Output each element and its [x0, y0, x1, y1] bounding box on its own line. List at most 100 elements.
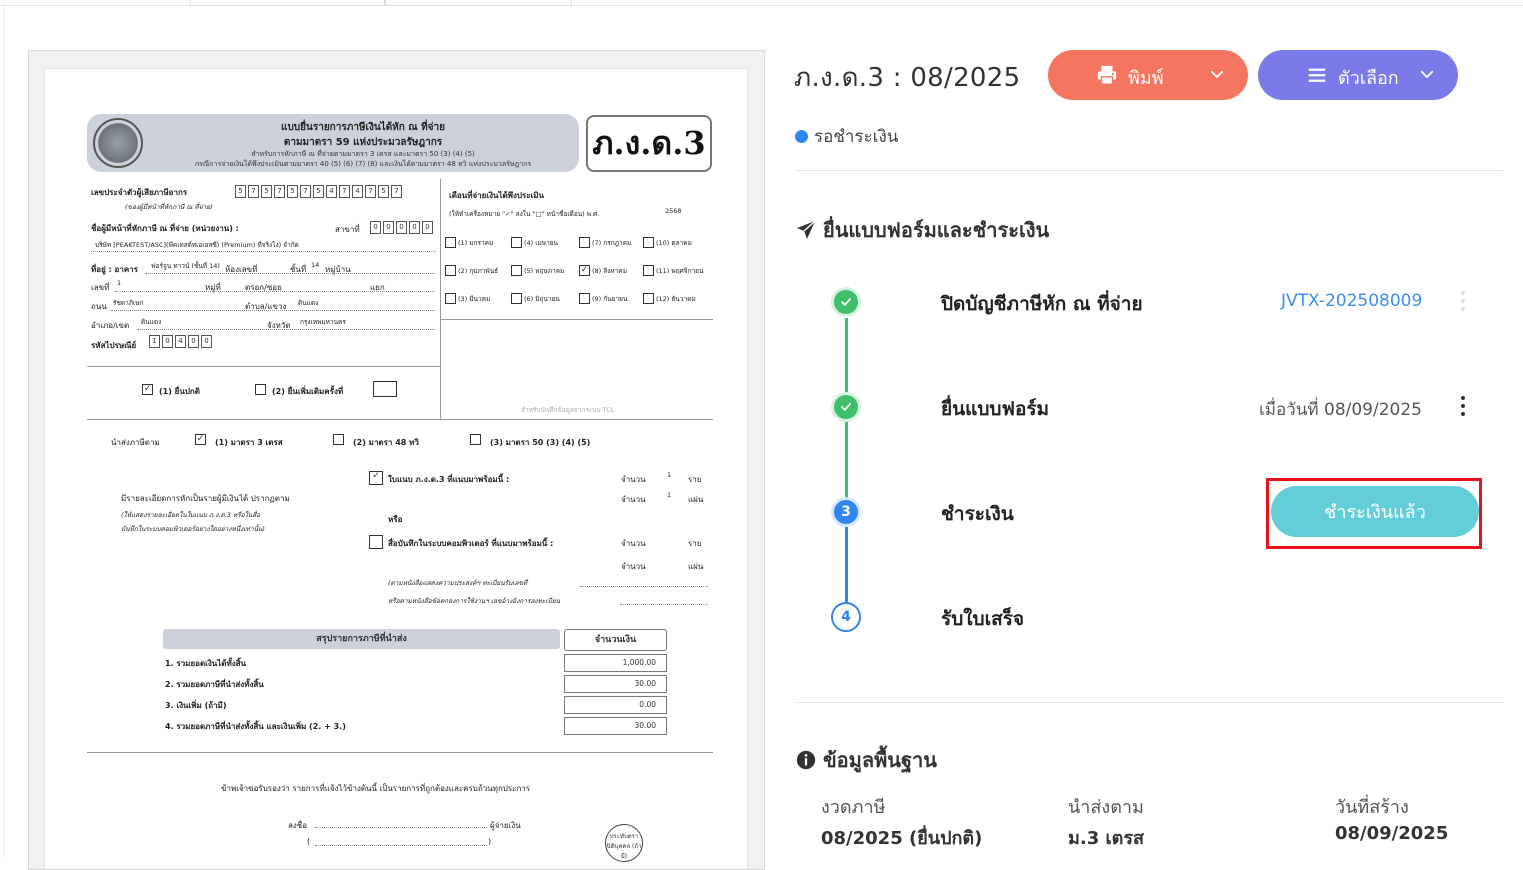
- form-sheet: แบบยื่นรายการภาษีเงินได้หัก ณ ที่จ่าย ตา…: [45, 69, 747, 869]
- month-label: (7) กรกฎาคม: [592, 239, 632, 247]
- attach-checkbox[interactable]: ✓: [369, 471, 383, 485]
- digit-box: 7: [274, 185, 285, 198]
- count-label: จำนวน: [621, 539, 646, 548]
- month-label: (3) มีนาคม: [458, 295, 491, 303]
- digit-box: 7: [300, 185, 311, 198]
- summary-title: สรุปรายการภาษีที่นำส่ง: [163, 629, 560, 649]
- submission-title-text: ยื่นแบบฟอร์มและชำระเงิน: [823, 218, 1050, 242]
- digit-box: 5: [235, 185, 246, 198]
- month-checkbox[interactable]: [445, 265, 456, 276]
- divider: [795, 170, 1503, 171]
- form-header: แบบยื่นรายการภาษีเงินได้หัก ณ ที่จ่าย ตา…: [87, 114, 579, 172]
- tax-period-label: งวดภาษี: [821, 797, 886, 818]
- step-1-journal-link[interactable]: JVTX-202508009: [1281, 291, 1422, 311]
- step-3-label: ชำระเงิน: [941, 503, 1014, 525]
- step-1-more-icon[interactable]: [1460, 291, 1466, 311]
- digit-box: 4: [175, 335, 186, 348]
- step-2-date: เมื่อวันที่ 08/09/2025: [1259, 400, 1422, 420]
- province-label: จังหวัด: [267, 321, 291, 330]
- unit-person: ราย: [688, 475, 702, 484]
- form-title-line1: แบบยื่นรายการภาษีเงินได้หัก ณ ที่จ่าย: [281, 122, 445, 133]
- media-note-2: หรือตามหนังสือข้อตกลงการใช้งานฯ เลขอ้างอ…: [388, 597, 560, 605]
- branch-boxes: 00000: [370, 221, 435, 234]
- sign-paren: ): [488, 837, 492, 846]
- tax-id-boxes: 5757575474757: [235, 185, 404, 198]
- filing-extra-checkbox[interactable]: [255, 384, 266, 395]
- summary-row-amount: 0.00: [564, 696, 667, 714]
- month-checkbox[interactable]: [511, 237, 522, 248]
- no-value: 1: [117, 279, 122, 287]
- status-text: รอชำระเงิน: [814, 127, 899, 147]
- media-note-1: (ตามหนังสือแสดงความประสงค์ฯ ทะเบียนรับเล…: [388, 579, 528, 587]
- form-code-badge: ภ.ง.ด.3: [586, 115, 712, 172]
- step-3-number: 3: [831, 497, 861, 527]
- attach-persons: 1: [667, 471, 672, 479]
- chevron-down-icon: [1420, 70, 1434, 78]
- month-checkbox[interactable]: [579, 237, 590, 248]
- building-value: ฟอร์จูน ทาวน์ (ชั้นที่ 14): [151, 262, 220, 270]
- left-edge: [0, 6, 5, 857]
- month-checkbox[interactable]: [579, 293, 590, 304]
- month-hint: (ให้ทำเครื่องหมาย "✓" ลงใน "□" หน้าชื่อเ…: [449, 210, 600, 218]
- detail-text-1: มีรายละเอียดการหักเป็นรายผู้มีเงินได้ ปร…: [121, 494, 290, 503]
- dotted-line: [115, 291, 435, 292]
- company-stamp: ประทับตรานิติบุคคล (ถ้ามี): [605, 824, 643, 862]
- detail-text-2: (ให้แสดงรายละเอียดในใบแนบ ภ.ง.ด.3 หรือใน…: [121, 511, 261, 519]
- top-tab-segment[interactable]: [190, 0, 385, 6]
- print-button[interactable]: พิมพ์: [1048, 50, 1248, 100]
- summary-row-amount: 30.00: [564, 717, 667, 735]
- menu-icon: [1308, 68, 1326, 82]
- official-note: สำหรับบันทึกข้อมูลจากระบบ TCL: [521, 406, 615, 414]
- top-tab-segment[interactable]: [385, 0, 572, 6]
- form-divider: [440, 179, 441, 419]
- media-checkbox[interactable]: [369, 535, 383, 549]
- filing-extra-no-box[interactable]: [373, 381, 397, 397]
- filing-normal-checkbox[interactable]: ✓: [142, 384, 153, 395]
- printer-icon: [1097, 65, 1117, 85]
- month-checkbox[interactable]: [511, 265, 522, 276]
- paper-plane-icon: [796, 220, 816, 240]
- sign-label: ลงชื่อ: [288, 821, 308, 830]
- digit-box: 5: [378, 185, 389, 198]
- month-checkbox[interactable]: [445, 293, 456, 304]
- summary-row-label: 4. รวมยอดภาษีที่นำส่งทั้งสิ้น และเงินเพิ…: [165, 722, 346, 731]
- attach-sheets: 1: [667, 491, 672, 499]
- month-checkbox[interactable]: [445, 237, 456, 248]
- dotted-line: [620, 604, 708, 605]
- step-2-label: ยื่นแบบฟอร์ม: [941, 398, 1050, 420]
- step-2-more-icon[interactable]: [1460, 396, 1466, 416]
- digit-box: 0: [201, 335, 212, 348]
- digit-box: 5: [287, 185, 298, 198]
- form-divider: [87, 366, 440, 367]
- month-label: (6) มิถุนายน: [524, 295, 560, 303]
- month-label: (2) กุมภาพันธ์: [458, 267, 499, 275]
- options-button[interactable]: ตัวเลือก: [1258, 50, 1458, 100]
- month-checkbox[interactable]: [643, 265, 654, 276]
- unit-sheet: แผ่น: [688, 562, 704, 571]
- tax-id-note: (ของผู้มีหน้าที่หักภาษี ณ ที่จ่าย): [125, 203, 213, 211]
- remit-option-1-checkbox[interactable]: ✓: [195, 434, 206, 445]
- payer-label: ชื่อผู้มีหน้าที่หักภาษี ณ ที่จ่าย (หน่วย…: [91, 224, 239, 233]
- filing-normal-label: (1) ยื่นปกติ: [159, 387, 200, 396]
- unit-sheet: แผ่น: [688, 495, 704, 504]
- document-preview[interactable]: แบบยื่นรายการภาษีเงินได้หัก ณ ที่จ่าย ตา…: [28, 50, 765, 870]
- step-connector: [845, 318, 848, 398]
- remit-option-3-checkbox[interactable]: [470, 434, 481, 445]
- road-value: รัชดาภิเษก: [113, 299, 144, 307]
- digit-box: 0: [383, 221, 394, 234]
- month-checkbox[interactable]: [643, 293, 654, 304]
- remit-by-label: นำส่งตาม: [1068, 797, 1144, 818]
- no-label: เลขที่: [91, 283, 110, 292]
- sign-paren: (: [307, 837, 311, 846]
- month-checkbox[interactable]: ✓: [579, 265, 590, 276]
- digit-box: 7: [339, 185, 350, 198]
- month-checkbox[interactable]: [511, 293, 522, 304]
- remit-option-2-checkbox[interactable]: [333, 434, 344, 445]
- month-label: (10) ตุลาคม: [656, 239, 692, 247]
- count-label: จำนวน: [621, 475, 646, 484]
- remit-option-3: (3) มาตรา 50 (3) (4) (5): [490, 438, 591, 447]
- digit-box: 0: [188, 335, 199, 348]
- province-value: กรุงเทพมหานคร: [300, 318, 346, 326]
- month-checkbox[interactable]: [643, 237, 654, 248]
- digit-box: 0: [370, 221, 381, 234]
